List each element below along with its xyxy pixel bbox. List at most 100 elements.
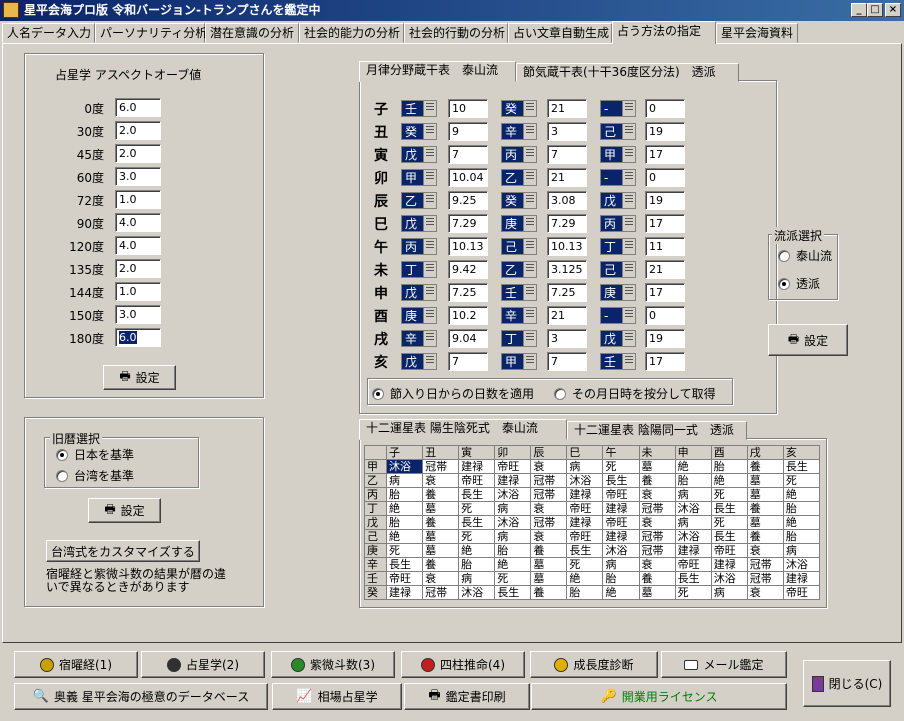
- spinner-arrow-icon[interactable]: [523, 124, 536, 139]
- days-input[interactable]: 21: [547, 99, 587, 118]
- table-cell[interactable]: 衰: [746, 585, 784, 600]
- tab-1[interactable]: パーソナリティ分析: [95, 23, 207, 43]
- table-cell[interactable]: 衰: [746, 543, 784, 558]
- days-input[interactable]: 21: [547, 306, 587, 325]
- table-cell[interactable]: 墓: [530, 571, 568, 586]
- days-input[interactable]: 7: [547, 352, 587, 371]
- table-cell[interactable]: 墓: [638, 459, 676, 474]
- table-cell[interactable]: 養: [746, 459, 784, 474]
- spinner-arrow-icon[interactable]: [622, 124, 635, 139]
- table-cell[interactable]: 長生: [674, 571, 712, 586]
- aspect-orb-input[interactable]: 6.0: [115, 328, 161, 347]
- spinner-arrow-icon[interactable]: [423, 285, 436, 300]
- table-cell[interactable]: 建禄: [674, 543, 712, 558]
- stem-spinner[interactable]: 己: [600, 123, 636, 140]
- table-cell[interactable]: 帝旺: [566, 501, 604, 516]
- days-input[interactable]: 3.125: [547, 260, 587, 279]
- tab-zokan-taizan[interactable]: 月律分野蔵干表 泰山流: [359, 61, 516, 82]
- bottom2-button-3[interactable]: 🔑 開業用ライセンス: [531, 683, 787, 710]
- stem-spinner[interactable]: 辛: [501, 123, 537, 140]
- table-cell[interactable]: 建禄: [458, 459, 496, 474]
- stem-spinner[interactable]: 癸: [401, 123, 437, 140]
- table-cell[interactable]: 病: [494, 501, 532, 516]
- stem-spinner[interactable]: 丙: [501, 146, 537, 163]
- stem-spinner[interactable]: 己: [600, 261, 636, 278]
- bottom2-button-0[interactable]: 🔍 奥義 星平会海の極意のデータベース: [14, 683, 268, 710]
- table-cell[interactable]: 沐浴: [458, 585, 496, 600]
- table-cell[interactable]: 建禄: [782, 571, 821, 586]
- stem-spinner[interactable]: 戊: [401, 215, 437, 232]
- spinner-arrow-icon[interactable]: [523, 308, 536, 323]
- table-cell[interactable]: 衰: [422, 473, 460, 488]
- close-window-button[interactable]: ×: [885, 3, 901, 17]
- stem-spinner[interactable]: 庚: [501, 215, 537, 232]
- spinner-arrow-icon[interactable]: [423, 124, 436, 139]
- spinner-arrow-icon[interactable]: [622, 354, 635, 369]
- bottom-button-0[interactable]: 宿曜経(1): [14, 651, 138, 678]
- spinner-arrow-icon[interactable]: [622, 216, 635, 231]
- spinner-arrow-icon[interactable]: [622, 193, 635, 208]
- table-cell[interactable]: 帝旺: [710, 543, 748, 558]
- days-input[interactable]: 10: [448, 99, 488, 118]
- stem-spinner[interactable]: -: [600, 100, 636, 117]
- spinner-arrow-icon[interactable]: [622, 285, 635, 300]
- table-cell[interactable]: 死: [494, 571, 532, 586]
- spinner-arrow-icon[interactable]: [423, 331, 436, 346]
- table-cell[interactable]: 帝旺: [602, 515, 640, 530]
- table-cell[interactable]: 胎: [385, 487, 424, 502]
- table-cell[interactable]: 帝旺: [602, 487, 640, 502]
- table-cell[interactable]: 沐浴: [782, 557, 821, 572]
- table-cell[interactable]: 養: [638, 571, 676, 586]
- days-input[interactable]: 7.29: [547, 214, 587, 233]
- stem-spinner[interactable]: 乙: [501, 169, 537, 186]
- spinner-arrow-icon[interactable]: [423, 216, 436, 231]
- table-cell[interactable]: 衰: [422, 571, 460, 586]
- table-cell[interactable]: 絶: [458, 543, 496, 558]
- stem-spinner[interactable]: 辛: [501, 307, 537, 324]
- tab-5[interactable]: 占い文章自動生成: [508, 23, 612, 43]
- minimize-button[interactable]: _: [851, 3, 867, 17]
- school-set-button[interactable]: 🖶 設定: [768, 324, 848, 356]
- table-cell[interactable]: 病: [458, 571, 496, 586]
- spinner-arrow-icon[interactable]: [523, 147, 536, 162]
- calendar-option-japan[interactable]: 日本を基準: [56, 446, 134, 463]
- zokan-option-proportional[interactable]: その月日時を按分して取得: [554, 385, 716, 402]
- tab-4[interactable]: 社会的行動の分析: [404, 23, 508, 43]
- stem-spinner[interactable]: 壬: [600, 353, 636, 370]
- table-cell[interactable]: 冠帯: [422, 459, 460, 474]
- spinner-arrow-icon[interactable]: [423, 101, 436, 116]
- table-cell[interactable]: 長生: [494, 585, 532, 600]
- table-cell[interactable]: 養: [638, 473, 676, 488]
- table-cell[interactable]: 病: [602, 557, 640, 572]
- bottom-button-5[interactable]: メール鑑定: [661, 651, 787, 678]
- spinner-arrow-icon[interactable]: [523, 354, 536, 369]
- days-input[interactable]: 10.13: [547, 237, 587, 256]
- table-cell[interactable]: 冠帯: [530, 487, 568, 502]
- table-cell[interactable]: 帝旺: [494, 459, 532, 474]
- table-cell[interactable]: 胎: [782, 501, 821, 516]
- table-cell[interactable]: 養: [746, 529, 784, 544]
- tab-zokan-tou[interactable]: 節気蔵干表(十干36度区分法) 透派: [516, 63, 739, 82]
- bottom-button-2[interactable]: 紫微斗数(3): [271, 651, 395, 678]
- table-cell[interactable]: 冠帯: [530, 473, 568, 488]
- spinner-arrow-icon[interactable]: [523, 331, 536, 346]
- table-cell[interactable]: 建禄: [385, 585, 424, 600]
- close-button[interactable]: 閉じる(C): [803, 660, 891, 707]
- zokan-option-days[interactable]: 節入り日からの日数を適用: [372, 385, 534, 402]
- aspect-orb-input[interactable]: 4.0: [115, 236, 161, 255]
- stem-spinner[interactable]: 戊: [401, 353, 437, 370]
- table-cell[interactable]: 死: [458, 529, 496, 544]
- aspect-set-button[interactable]: 🖶 設定: [103, 365, 176, 390]
- table-cell[interactable]: 養: [530, 585, 568, 600]
- table-cell[interactable]: 死: [674, 585, 712, 600]
- spinner-arrow-icon[interactable]: [423, 239, 436, 254]
- stem-spinner[interactable]: 己: [501, 238, 537, 255]
- table-cell[interactable]: 冠帯: [638, 543, 676, 558]
- table-cell[interactable]: 病: [782, 543, 821, 558]
- table-cell[interactable]: 冠帯: [422, 585, 460, 600]
- stem-spinner[interactable]: 壬: [401, 100, 437, 117]
- spinner-arrow-icon[interactable]: [622, 239, 635, 254]
- table-cell[interactable]: 養: [422, 557, 460, 572]
- spinner-arrow-icon[interactable]: [423, 354, 436, 369]
- table-cell[interactable]: 胎: [385, 515, 424, 530]
